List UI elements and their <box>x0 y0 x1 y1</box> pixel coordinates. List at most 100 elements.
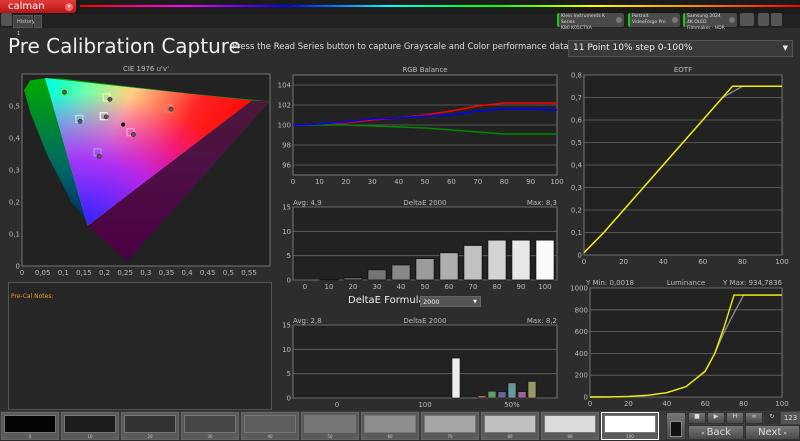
y-tick-label: 5 <box>287 370 291 378</box>
swatch-label: 70 <box>422 434 478 439</box>
counter-badge[interactable]: 123 <box>781 412 800 424</box>
swatch-20[interactable]: 20 <box>121 412 179 440</box>
read-button[interactable]: ▶ <box>707 412 725 424</box>
swatch-color <box>604 415 656 433</box>
x-tick-label: 40 <box>397 283 406 291</box>
x-tick-label: 0,35 <box>159 269 175 277</box>
x-tick-label: 0 <box>582 258 586 266</box>
swatch-label: 100 <box>602 434 658 439</box>
deltae-grayscale-avg: Avg: 4,9 <box>293 199 322 207</box>
pattern-preview-icon <box>670 421 682 437</box>
swatch-70[interactable]: 70 <box>421 412 479 440</box>
pattern-toggle-button[interactable] <box>666 412 686 440</box>
y-tick-label: 96 <box>282 162 291 170</box>
x-tick-label: 20 <box>619 258 628 266</box>
deltae-formula-select[interactable]: 2000▼ <box>420 296 481 307</box>
deltae-grayscale-max: Max: 8,3 <box>527 199 557 207</box>
y-tick-label: 600 <box>575 328 588 336</box>
bar-20 <box>344 278 362 280</box>
swatch-label: 50 <box>302 434 358 439</box>
next-label: Next <box>758 427 781 438</box>
x-tick-label: 80 <box>500 178 509 186</box>
swatch-color <box>484 415 536 433</box>
y-tick-label: 102 <box>278 102 291 110</box>
swatch-30[interactable]: 30 <box>181 412 239 440</box>
swatch-color <box>184 415 236 433</box>
x-tick-label: 60 <box>698 258 707 266</box>
x-tick-label: 60 <box>701 400 710 408</box>
swatch-label: 0 <box>2 434 58 439</box>
swatch-color <box>364 415 416 433</box>
x-tick-label: 0,3 <box>140 269 151 277</box>
eotf-title: EOTF <box>674 66 692 74</box>
y-tick-label: 0,3 <box>571 184 582 192</box>
hold-icon: H <box>733 413 738 420</box>
refresh-button[interactable]: ↻ <box>764 412 780 424</box>
x-tick-label: 100 <box>538 283 551 291</box>
y-tick-label: 0 <box>16 263 20 271</box>
swatch-0[interactable]: 0 <box>1 412 59 440</box>
swatch-90[interactable]: 90 <box>541 412 599 440</box>
y-tick-label: 100 <box>278 122 291 130</box>
chevron-right-icon: » <box>781 430 787 437</box>
x-tick-label: 70 <box>469 283 478 291</box>
bar-60 <box>440 253 458 280</box>
swatch-50[interactable]: 50 <box>301 412 359 440</box>
x-tick-label: 10 <box>315 178 324 186</box>
y-tick-label: 0 <box>287 395 291 403</box>
rgb-balance-title: RGB Balance <box>402 66 447 74</box>
x-tick-label: 0 <box>20 269 24 277</box>
x-tick-label: 20 <box>341 178 350 186</box>
bar-50%-4 <box>508 383 516 398</box>
measured-magenta <box>131 132 135 136</box>
y-tick-label: 1000 <box>570 285 588 293</box>
read-series-button[interactable]: H <box>726 412 744 424</box>
x-tick-label: 90 <box>526 178 535 186</box>
swatch-40[interactable]: 40 <box>241 412 299 440</box>
swatch-color <box>304 415 356 433</box>
bar-80 <box>488 240 506 280</box>
y-tick-label: 15 <box>282 322 291 330</box>
x-tick-label: 0 <box>303 283 307 291</box>
measured-black <box>121 123 125 127</box>
x-tick-label: 30 <box>368 178 377 186</box>
swatch-80[interactable]: 80 <box>481 412 539 440</box>
luminance-title: Luminance <box>667 279 705 287</box>
notes-label: Pre-Cal Notes: <box>9 291 56 302</box>
deltae-color-title: DeltaE 2000 <box>403 317 446 325</box>
bar-70 <box>464 245 482 280</box>
cie-title: CIE 1976 u'v' <box>123 65 169 73</box>
stop-button[interactable]: ■ <box>688 412 706 424</box>
y-tick-label: 0,2 <box>571 207 582 215</box>
bar-30 <box>368 270 386 280</box>
measured-yellow <box>108 97 112 101</box>
deltae-color-avg: Avg: 2,8 <box>293 317 322 325</box>
y-tick-label: 0,1 <box>571 229 582 237</box>
x-tick-label: 0,15 <box>76 269 92 277</box>
x-tick-label: 60 <box>447 178 456 186</box>
x-tick-label: 60 <box>445 283 454 291</box>
swatch-color <box>244 415 296 433</box>
swatch-color <box>4 415 56 433</box>
y-tick-label: 0,4 <box>9 135 21 143</box>
y-tick-label: 10 <box>282 346 291 354</box>
measured-cyan <box>78 119 82 123</box>
swatch-10[interactable]: 10 <box>61 412 119 440</box>
bar-50%-6 <box>528 381 536 398</box>
swatch-60[interactable]: 60 <box>361 412 419 440</box>
x-tick-label: 100 <box>775 258 788 266</box>
next-button[interactable]: Next » <box>745 425 800 440</box>
pre-cal-notes[interactable]: Pre-Cal Notes: <box>8 282 272 410</box>
y-tick-label: 15 <box>282 204 291 212</box>
continuous-read-button[interactable]: ∞ <box>745 412 763 424</box>
x-tick-label: 40 <box>394 178 403 186</box>
bar-50 <box>416 259 434 280</box>
x-tick-label: 40 <box>662 400 671 408</box>
swatch-100[interactable]: 100 <box>601 412 659 440</box>
y-tick-label: 800 <box>575 306 588 314</box>
y-tick-label: 5 <box>287 252 291 260</box>
swatch-label: 10 <box>62 434 118 439</box>
back-button[interactable]: « Back <box>688 425 744 440</box>
x-tick-label: 0,05 <box>35 269 51 277</box>
y-tick-label: 0,1 <box>9 231 20 239</box>
